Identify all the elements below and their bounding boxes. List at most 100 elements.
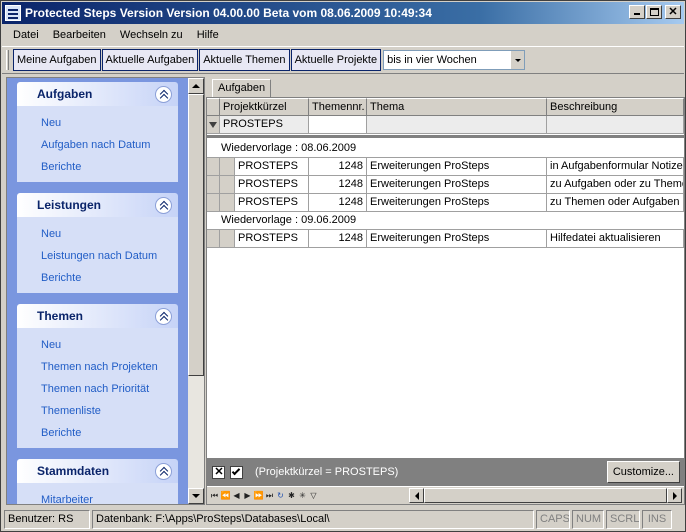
column-header-projektkuerzel[interactable]: Projektkürzel xyxy=(220,98,309,116)
insert-icon[interactable]: ✱ xyxy=(286,489,297,502)
next-page-icon[interactable]: ⏩ xyxy=(253,489,264,502)
group-row[interactable]: Wiedervorlage : 08.06.2009 xyxy=(207,140,684,158)
nav-link-aufgaben-berichte[interactable]: Berichte xyxy=(41,156,178,178)
cell-beschreibung[interactable]: zu Aufgaben oder zu Theme xyxy=(547,176,684,194)
column-header-beschreibung[interactable]: Beschreibung xyxy=(547,98,684,116)
menu-datei[interactable]: Datei xyxy=(6,27,46,43)
row-group-indent xyxy=(220,176,235,194)
nav-link-leistungen-neu[interactable]: Neu xyxy=(41,223,178,245)
table-row[interactable]: PROSTEPS 1248 Erweiterungen ProSteps Hil… xyxy=(207,230,684,248)
aktuelle-themen-button[interactable]: Aktuelle Themen xyxy=(199,49,290,71)
nav-scrollbar[interactable] xyxy=(188,78,204,504)
cell-thema[interactable]: Erweiterungen ProSteps xyxy=(367,194,547,212)
refresh-icon[interactable]: ↻ xyxy=(275,489,286,502)
app-icon[interactable] xyxy=(5,5,21,21)
filter-expression: (Projektkürzel = PROSTEPS) xyxy=(255,466,399,478)
last-record-icon[interactable]: ⏭ xyxy=(264,489,275,502)
nav-link-themen-nach-prioritaet[interactable]: Themen nach Priorität xyxy=(41,378,178,400)
filter-cell-projektkuerzel[interactable]: PROSTEPS xyxy=(220,116,309,134)
toolbar-grip[interactable] xyxy=(6,50,9,70)
window-title: Protected Steps Version Version 04.00.00… xyxy=(25,6,432,20)
cell-projektkuerzel[interactable]: PROSTEPS xyxy=(235,176,309,194)
period-select-dropdown-button[interactable] xyxy=(510,51,525,69)
cell-themennr[interactable]: 1248 xyxy=(309,176,367,194)
collapse-icon[interactable] xyxy=(155,196,172,214)
nav-group-header-themen[interactable]: Themen xyxy=(17,304,178,328)
close-button[interactable]: ✕ xyxy=(665,5,681,19)
menu-wechseln-zu[interactable]: Wechseln zu xyxy=(113,27,190,43)
nav-link-themenliste[interactable]: Themenliste xyxy=(41,400,178,422)
filter-active-checkbox[interactable] xyxy=(230,465,243,479)
prev-record-icon[interactable]: ◀ xyxy=(231,489,242,502)
collapse-icon[interactable] xyxy=(155,85,172,103)
cell-projektkuerzel[interactable]: PROSTEPS xyxy=(235,194,309,212)
nav-link-leistungen-nach-datum[interactable]: Leistungen nach Datum xyxy=(41,245,178,267)
nav-link-aufgaben-nach-datum[interactable]: Aufgaben nach Datum xyxy=(41,134,178,156)
scroll-thumb[interactable] xyxy=(424,488,667,503)
next-record-icon[interactable]: ▶ xyxy=(242,489,253,502)
status-ins: INS xyxy=(642,509,672,529)
filter-cell-themennr[interactable] xyxy=(309,116,367,134)
navigation-pane: Aufgaben Neu Aufgaben nach Datum Bericht… xyxy=(6,77,205,505)
scroll-thumb[interactable] xyxy=(188,94,204,376)
scroll-down-button[interactable] xyxy=(188,488,204,504)
title-bar[interactable]: Protected Steps Version Version 04.00.00… xyxy=(2,2,684,24)
clear-filter-button[interactable]: ✕ xyxy=(212,465,225,479)
scroll-left-button[interactable] xyxy=(409,488,424,503)
close-icon: ✕ xyxy=(668,6,678,18)
table-row[interactable]: PROSTEPS 1248 Erweiterungen ProSteps zu … xyxy=(207,176,684,194)
table-row[interactable]: PROSTEPS 1248 Erweiterungen ProSteps zu … xyxy=(207,194,684,212)
cell-beschreibung[interactable]: zu Themen oder Aufgaben B xyxy=(547,194,684,212)
aktuelle-projekte-button[interactable]: Aktuelle Projekte xyxy=(290,49,382,71)
scroll-right-button[interactable] xyxy=(667,488,682,503)
row-group-indent xyxy=(220,230,235,248)
nav-link-aufgaben-neu[interactable]: Neu xyxy=(41,112,178,134)
scroll-up-button[interactable] xyxy=(188,78,204,94)
nav-link-themen-nach-projekten[interactable]: Themen nach Projekten xyxy=(41,356,178,378)
nav-link-themen-berichte[interactable]: Berichte xyxy=(41,422,178,444)
collapse-icon[interactable] xyxy=(155,307,172,325)
cell-beschreibung[interactable]: in Aufgabenformular Notizen xyxy=(547,158,684,176)
column-header-themennr[interactable]: Themennr. xyxy=(309,98,367,116)
cell-thema[interactable]: Erweiterungen ProSteps xyxy=(367,176,547,194)
meine-aufgaben-button[interactable]: Meine Aufgaben xyxy=(13,49,101,71)
column-header-thema[interactable]: Thema xyxy=(367,98,547,116)
nav-group-header-stammdaten[interactable]: Stammdaten xyxy=(17,459,178,483)
nav-link-mitarbeiter[interactable]: Mitarbeiter xyxy=(41,489,178,504)
table-row[interactable]: PROSTEPS 1248 Erweiterungen ProSteps in … xyxy=(207,158,684,176)
group-row[interactable]: Wiedervorlage : 09.06.2009 xyxy=(207,212,684,230)
period-select[interactable]: bis in vier Wochen xyxy=(383,50,526,70)
status-bar: Benutzer: RS Datenbank: F:\Apps\ProSteps… xyxy=(2,508,684,530)
cell-projektkuerzel[interactable]: PROSTEPS xyxy=(235,158,309,176)
tab-aufgaben[interactable]: Aufgaben xyxy=(212,79,272,98)
delete-icon[interactable]: ✳ xyxy=(297,489,308,502)
maximize-button[interactable] xyxy=(646,5,662,19)
nav-group-header-aufgaben[interactable]: Aufgaben xyxy=(17,82,178,106)
cell-themennr[interactable]: 1248 xyxy=(309,158,367,176)
cell-themennr[interactable]: 1248 xyxy=(309,230,367,248)
cell-themennr[interactable]: 1248 xyxy=(309,194,367,212)
menu-hilfe[interactable]: Hilfe xyxy=(190,27,226,43)
menu-bearbeiten[interactable]: Bearbeiten xyxy=(46,27,113,43)
nav-link-themen-neu[interactable]: Neu xyxy=(41,334,178,356)
nav-group-header-leistungen[interactable]: Leistungen xyxy=(17,193,178,217)
prev-page-icon[interactable]: ⏪ xyxy=(220,489,231,502)
aktuelle-aufgaben-button[interactable]: Aktuelle Aufgaben xyxy=(101,49,199,71)
nav-link-leistungen-berichte[interactable]: Berichte xyxy=(41,267,178,289)
cell-beschreibung[interactable]: Hilfedatei aktualisieren xyxy=(547,230,684,248)
arrow-up-icon xyxy=(192,84,200,88)
filter-cell-thema[interactable] xyxy=(367,116,547,134)
collapse-icon[interactable] xyxy=(155,462,172,480)
minimize-button[interactable] xyxy=(629,5,645,19)
filter-icon[interactable]: ▽ xyxy=(308,489,319,502)
cell-thema[interactable]: Erweiterungen ProSteps xyxy=(367,230,547,248)
grid-horizontal-scrollbar[interactable] xyxy=(409,488,682,503)
main-window: Protected Steps Version Version 04.00.00… xyxy=(0,0,686,532)
filter-bar: ✕ (Projektkürzel = PROSTEPS) Customize..… xyxy=(207,458,684,486)
cell-projektkuerzel[interactable]: PROSTEPS xyxy=(235,230,309,248)
maximize-icon xyxy=(650,8,659,16)
customize-button[interactable]: Customize... xyxy=(606,461,680,483)
first-record-icon[interactable]: ⏮ xyxy=(209,489,220,502)
filter-cell-beschreibung[interactable] xyxy=(547,116,684,134)
cell-thema[interactable]: Erweiterungen ProSteps xyxy=(367,158,547,176)
